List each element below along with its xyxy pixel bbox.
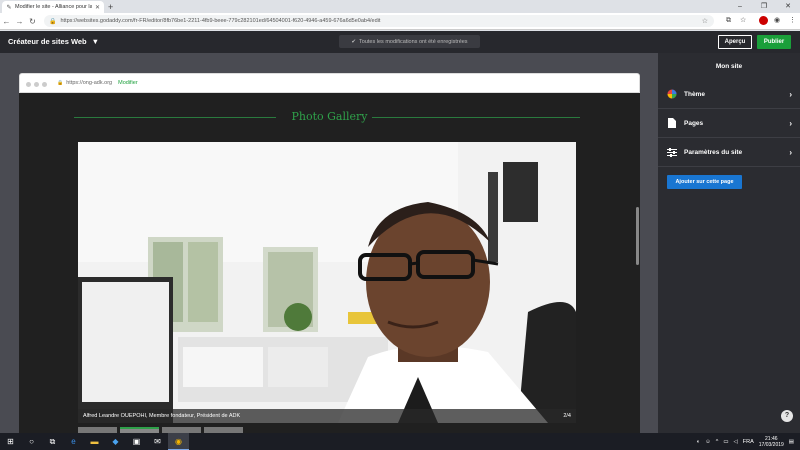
tab-title: Modifier le site - Alliance pour la bbox=[15, 4, 92, 10]
clock[interactable]: 21:46 17/03/2019 bbox=[759, 436, 784, 448]
network-icon[interactable]: ▭ bbox=[723, 439, 728, 445]
publish-button[interactable]: Publier bbox=[757, 35, 791, 49]
site-preview: 🔒 https://ong-adk.org Modifier Photo Gal… bbox=[19, 73, 640, 433]
site-builder-menu[interactable]: Créateur de sites Web ▼ bbox=[8, 37, 99, 46]
file-explorer-icon[interactable]: ▬ bbox=[84, 433, 105, 450]
browser-tabstrip: ✎ Modifier le site - Alliance pour la ✕ … bbox=[0, 0, 800, 13]
task-view-icon[interactable]: ⧉ bbox=[42, 433, 63, 450]
window-dots bbox=[26, 82, 47, 87]
portrait-photo bbox=[78, 142, 576, 423]
panel-item-label: Thème bbox=[684, 90, 705, 98]
add-to-page-button[interactable]: Ajouter sur cette page bbox=[667, 175, 742, 189]
bookmark-star-icon[interactable]: ☆ bbox=[702, 17, 708, 25]
preview-url: 🔒 https://ong-adk.org Modifier bbox=[57, 80, 138, 86]
chrome-icon[interactable]: ◉ bbox=[168, 433, 189, 450]
panel-item-label: Paramètres du site bbox=[684, 148, 743, 156]
photo-counter: 2/4 bbox=[563, 413, 571, 419]
clock-date: 17/03/2019 bbox=[758, 441, 784, 448]
store-icon[interactable]: ▣ bbox=[126, 433, 147, 450]
chevron-right-icon: › bbox=[789, 89, 792, 99]
search-icon[interactable]: ○ bbox=[21, 433, 42, 450]
lock-icon: 🔒 bbox=[49, 18, 57, 25]
check-icon: ✔ bbox=[351, 38, 357, 45]
mail-icon[interactable]: ✉ bbox=[147, 433, 168, 450]
chevron-right-icon: › bbox=[789, 118, 792, 128]
panel-item-label: Pages bbox=[684, 119, 704, 127]
editor-canvas: 🔒 https://ong-adk.org Modifier Photo Gal… bbox=[0, 53, 658, 433]
windows-start-icon[interactable]: ⊞ bbox=[0, 433, 21, 450]
show-hidden-icon[interactable]: ^ bbox=[716, 439, 719, 445]
minimize-icon[interactable]: – bbox=[728, 0, 752, 13]
translate-icon[interactable]: ⧉ bbox=[726, 15, 731, 27]
preview-address-bar: 🔒 https://ong-adk.org Modifier bbox=[19, 73, 640, 93]
edge-icon[interactable]: e bbox=[63, 433, 84, 450]
panel-title: Mon site bbox=[715, 63, 743, 70]
profile-icon[interactable]: ◉ bbox=[774, 15, 780, 27]
bookmark-icon[interactable]: ☆ bbox=[740, 15, 746, 27]
language-indicator[interactable]: FRA bbox=[743, 439, 754, 445]
sliders-icon bbox=[667, 147, 677, 157]
notifications-icon[interactable]: ▤ bbox=[789, 439, 794, 445]
address-bar[interactable]: 🔒 https://websites.godaddy.com/fr-FR/edi… bbox=[44, 15, 714, 27]
panel-item-site-settings[interactable]: Paramètres du site › bbox=[658, 138, 800, 167]
gallery-photo[interactable]: Alfred Leandre OUEPOHI, Membre fondateur… bbox=[78, 142, 576, 423]
preview-button[interactable]: Aperçu bbox=[718, 35, 752, 49]
windows-taskbar: ⊞ ○ ⧉ e ▬ ◆ ▣ ✉ ◉ ◐ ☺ ^ ▭ ◁ FRA 21:46 17… bbox=[0, 433, 800, 450]
caret-down-icon: ▼ bbox=[91, 37, 100, 46]
save-status-text: Toutes les modifications ont été enregis… bbox=[359, 38, 468, 45]
help-icon[interactable]: ? bbox=[781, 410, 793, 422]
system-tray: ◐ ☺ ^ ▭ ◁ FRA 21:46 17/03/2019 ▤ bbox=[697, 433, 794, 450]
back-icon[interactable]: ← bbox=[0, 17, 13, 26]
photo-caption: Alfred Leandre OUEPOHI, Membre fondateur… bbox=[78, 409, 576, 423]
lock-icon: 🔒 bbox=[57, 80, 64, 86]
site-panel: Mon site Thème › Pages › Paramètres du s… bbox=[658, 53, 800, 433]
menu-icon[interactable]: ⋮ bbox=[789, 15, 796, 27]
title-rule-right bbox=[372, 117, 580, 118]
tab-close-icon[interactable]: ✕ bbox=[95, 4, 100, 11]
panel-item-theme[interactable]: Thème › bbox=[658, 80, 800, 109]
edit-domain-link[interactable]: Modifier bbox=[118, 80, 138, 86]
close-window-icon[interactable]: ✕ bbox=[776, 0, 800, 13]
panel-item-pages[interactable]: Pages › bbox=[658, 109, 800, 138]
dropbox-icon[interactable]: ◆ bbox=[105, 433, 126, 450]
extension-badge-icon[interactable] bbox=[759, 16, 768, 25]
window-controls: – ❐ ✕ bbox=[728, 0, 800, 13]
new-tab-icon[interactable]: + bbox=[108, 1, 113, 13]
page-icon bbox=[667, 118, 677, 128]
browser-tab[interactable]: ✎ Modifier le site - Alliance pour la ✕ bbox=[2, 1, 104, 13]
reload-icon[interactable]: ↻ bbox=[26, 17, 39, 26]
palette-icon bbox=[667, 89, 677, 99]
forward-icon[interactable]: → bbox=[13, 17, 26, 26]
godaddy-favicon-icon: ✎ bbox=[6, 4, 12, 11]
chevron-right-icon: › bbox=[789, 147, 792, 157]
preview-scrollbar[interactable] bbox=[636, 207, 639, 265]
address-url: https://websites.godaddy.com/fr-FR/edito… bbox=[60, 18, 381, 24]
preview-url-text: https://ong-adk.org bbox=[66, 80, 113, 86]
caption-text: Alfred Leandre OUEPOHI, Membre fondateur… bbox=[83, 413, 241, 419]
people-icon[interactable]: ☺ bbox=[705, 439, 711, 445]
save-status: ✔ Toutes les modifications ont été enreg… bbox=[339, 35, 480, 48]
browser-toolbar: ← → ↻ 🔒 https://websites.godaddy.com/fr-… bbox=[0, 13, 800, 30]
maximize-icon[interactable]: ❐ bbox=[752, 0, 776, 13]
editor-header: Créateur de sites Web ▼ ✔ Toutes les mod… bbox=[0, 31, 800, 53]
user-icon[interactable]: ◐ bbox=[697, 439, 700, 445]
site-builder-title: Créateur de sites Web bbox=[8, 37, 87, 46]
volume-icon[interactable]: ◁ bbox=[734, 439, 738, 445]
site-content[interactable]: Photo Gallery Alfred Leandre OUEPOHI, Me… bbox=[19, 93, 640, 433]
